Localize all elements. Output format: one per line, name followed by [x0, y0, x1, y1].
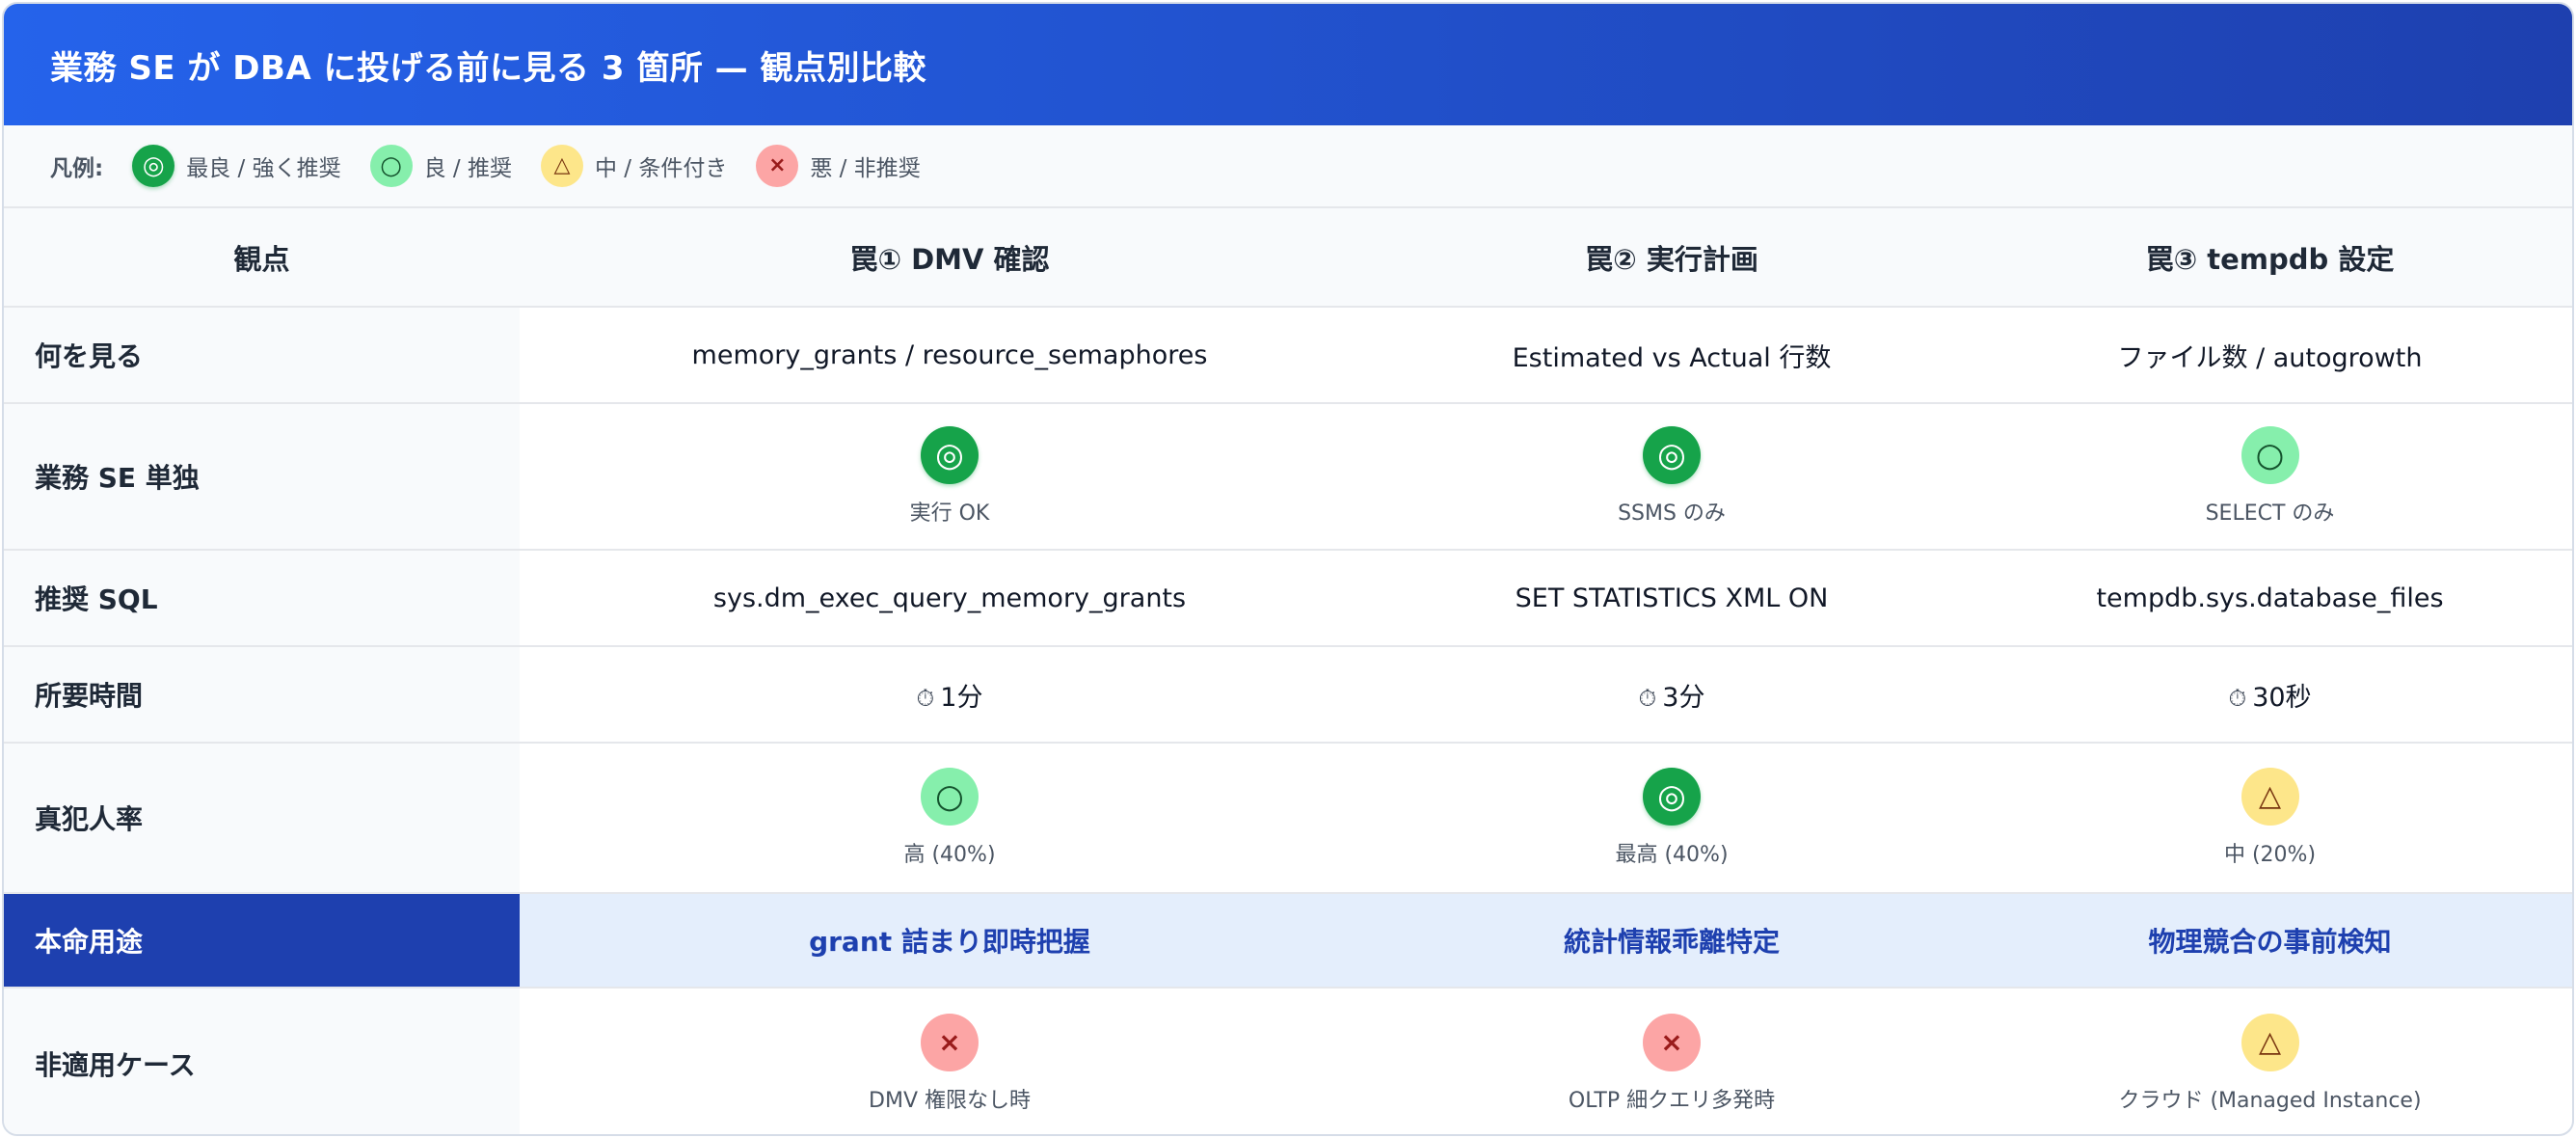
table-cell: 物理競合の事前検知	[1964, 893, 2572, 989]
column-header: 罠③ tempdb 設定	[1964, 208, 2572, 308]
title-bar: 業務 SE が DBA に投げる前に見る 3 箇所 — 観点別比較	[4, 4, 2572, 125]
mid-badge-icon: △	[540, 145, 583, 187]
table-cell: SET STATISTICS XML ON	[1380, 550, 1964, 647]
table-cell: ◎ SSMS のみ	[1380, 403, 1964, 551]
legend-text: 悪 / 非推奨	[810, 156, 921, 181]
table-cell: ⏱ 3分	[1380, 646, 1964, 744]
cell-note: 高 (40%)	[903, 843, 996, 867]
table-cell: 統計情報乖離特定	[1380, 893, 1964, 989]
timer-icon: ⏱	[1638, 684, 1657, 712]
best-badge-icon: ◎	[1643, 426, 1701, 484]
table-cell: ◎ 実行 OK	[520, 403, 1380, 551]
table-cell: × DMV 権限なし時	[520, 988, 1380, 1134]
column-header: 罠① DMV 確認	[520, 208, 1380, 308]
row-label: 非適用ケース	[4, 988, 520, 1134]
legend-item-good: ○ 良 / 推奨	[369, 145, 512, 187]
table-cell: grant 詰まり即時把握	[520, 893, 1380, 989]
mid-badge-icon: △	[2241, 1013, 2299, 1071]
table-cell: sys.dm_exec_query_memory_grants	[520, 550, 1380, 647]
cell-note: OLTP 細クエリ多発時	[1568, 1088, 1776, 1113]
legend-text: 最良 / 強く推奨	[186, 156, 341, 181]
table-cell: △ クラウド (Managed Instance)	[1964, 988, 2572, 1134]
comparison-table: 観点 罠① DMV 確認 罠② 実行計画 罠③ tempdb 設定 何を見る m…	[4, 208, 2572, 1134]
cell-note: SELECT のみ	[2205, 501, 2335, 526]
bad-badge-icon: ×	[1643, 1013, 1701, 1071]
time-value: 1分	[940, 682, 983, 713]
row-label: 所要時間	[4, 646, 520, 744]
table-row-sql: 推奨 SQL sys.dm_exec_query_memory_grants S…	[4, 550, 2572, 647]
legend-item-mid: △ 中 / 条件付き	[540, 145, 728, 187]
legend-text: 中 / 条件付き	[594, 156, 728, 181]
row-label: 推奨 SQL	[4, 550, 520, 647]
cell-note: DMV 権限なし時	[869, 1088, 1031, 1113]
column-header: 観点	[4, 208, 520, 308]
table-row-time: 所要時間 ⏱ 1分 ⏱ 3分 ⏱ 30秒	[4, 646, 2572, 744]
table-cell: tempdb.sys.database_files	[1964, 550, 2572, 647]
cell-note: クラウド (Managed Instance)	[2118, 1088, 2422, 1113]
good-badge-icon: ○	[2241, 426, 2299, 484]
table-cell: ⏱ 1分	[520, 646, 1380, 744]
table-cell: △ 中 (20%)	[1964, 743, 2572, 894]
best-badge-icon: ◎	[132, 145, 175, 187]
column-header: 罠② 実行計画	[1380, 208, 1964, 308]
cell-note: 実行 OK	[909, 501, 990, 526]
table-cell: memory_grants / resource_semaphores	[520, 307, 1380, 404]
table-cell: × OLTP 細クエリ多発時	[1380, 988, 1964, 1134]
row-label: 本命用途	[4, 893, 520, 989]
table-cell: ⏱ 30秒	[1964, 646, 2572, 744]
legend-item-bad: × 悪 / 非推奨	[756, 145, 921, 187]
best-badge-icon: ◎	[921, 426, 979, 484]
cell-note: 最高 (40%)	[1615, 843, 1729, 867]
time-value: 3分	[1662, 682, 1705, 713]
row-label: 業務 SE 単独	[4, 403, 520, 551]
table-row-notfit: 非適用ケース × DMV 権限なし時 × OLTP 細クエリ多発時 △ クラウド…	[4, 988, 2572, 1134]
table-cell: ◎ 最高 (40%)	[1380, 743, 1964, 894]
row-label: 真犯人率	[4, 743, 520, 894]
legend-label: 凡例:	[50, 156, 104, 181]
cell-note: SSMS のみ	[1618, 501, 1726, 526]
legend-text: 良 / 推奨	[423, 156, 512, 181]
table-header-row: 観点 罠① DMV 確認 罠② 実行計画 罠③ tempdb 設定	[4, 208, 2572, 308]
row-label: 何を見る	[4, 307, 520, 404]
table-row-solo: 業務 SE 単独 ◎ 実行 OK ◎ SSMS のみ ○ SELECT のみ	[4, 403, 2572, 551]
table-cell: ○ 高 (40%)	[520, 743, 1380, 894]
timer-icon: ⏱	[2228, 684, 2247, 712]
good-badge-icon: ○	[369, 145, 413, 187]
table-row-what: 何を見る memory_grants / resource_semaphores…	[4, 307, 2572, 404]
table-cell: Estimated vs Actual 行数	[1380, 307, 1964, 404]
mid-badge-icon: △	[2241, 768, 2299, 826]
table-row-culprit: 真犯人率 ○ 高 (40%) ◎ 最高 (40%) △ 中 (20%)	[4, 743, 2572, 894]
legend-item-best: ◎ 最良 / 強く推奨	[132, 145, 341, 187]
page-title: 業務 SE が DBA に投げる前に見る 3 箇所 — 観点別比較	[50, 48, 927, 88]
legend: 凡例: ◎ 最良 / 強く推奨 ○ 良 / 推奨 △ 中 / 条件付き × 悪 …	[4, 125, 2572, 208]
cell-note: 中 (20%)	[2223, 843, 2317, 867]
table-row-purpose: 本命用途 grant 詰まり即時把握 統計情報乖離特定 物理競合の事前検知	[4, 893, 2572, 989]
best-badge-icon: ◎	[1643, 768, 1701, 826]
comparison-card: 業務 SE が DBA に投げる前に見る 3 箇所 — 観点別比較 凡例: ◎ …	[2, 2, 2574, 1136]
timer-icon: ⏱	[916, 684, 935, 712]
time-value: 30秒	[2252, 682, 2312, 713]
bad-badge-icon: ×	[921, 1013, 979, 1071]
good-badge-icon: ○	[921, 768, 979, 826]
table-cell: ○ SELECT のみ	[1964, 403, 2572, 551]
table-cell: ファイル数 / autogrowth	[1964, 307, 2572, 404]
bad-badge-icon: ×	[756, 145, 799, 187]
